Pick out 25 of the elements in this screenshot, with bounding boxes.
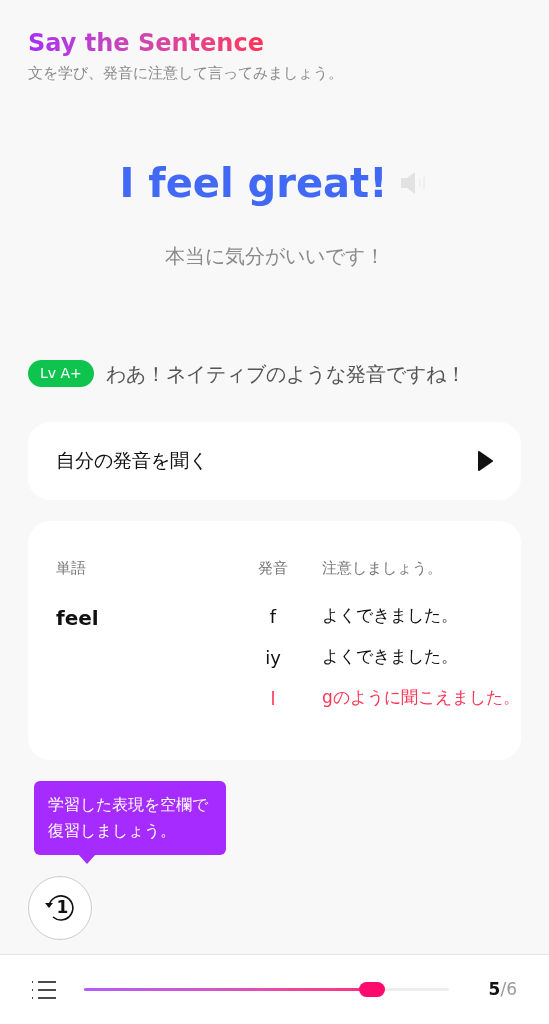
column-header: 発音 [257, 557, 289, 579]
column-header: 単語 [56, 557, 87, 579]
translation-text: 本当に気分がいいです！ [163, 242, 386, 270]
review-button[interactable]: 1 [28, 876, 92, 940]
play-icon [477, 450, 493, 471]
tooltip: 学習した表現を空欄で復習しましょう。 [34, 781, 226, 855]
note-text: gのように聞こえました。 [322, 686, 521, 709]
level-badge: Lv A+ [28, 360, 94, 387]
phoneme-text: iy [264, 646, 282, 670]
current-page: 5 [488, 977, 501, 1001]
listen-button[interactable]: 自分の発音を聞く [28, 421, 521, 500]
phoneme-text: l [269, 687, 277, 711]
note-text: よくできました。 [322, 604, 459, 627]
review-count: 1 [56, 896, 69, 920]
result-message: わあ！ネイティブのような発音ですね！ [105, 360, 466, 388]
note-text: よくできました。 [322, 645, 459, 668]
word-text: feel [56, 605, 100, 632]
menu-icon[interactable] [32, 979, 56, 1000]
sentence-text: I feel great! [119, 158, 388, 208]
tooltip-pointer-icon [78, 854, 96, 864]
column-header: 注意しましょう。 [322, 557, 443, 579]
total-pages: /6 [500, 977, 517, 1001]
phoneme-text: f [268, 605, 278, 629]
progress-thumb[interactable] [359, 982, 386, 997]
page-subtitle: 文を学び、発音に注意して言ってみましょう。 [28, 63, 344, 84]
